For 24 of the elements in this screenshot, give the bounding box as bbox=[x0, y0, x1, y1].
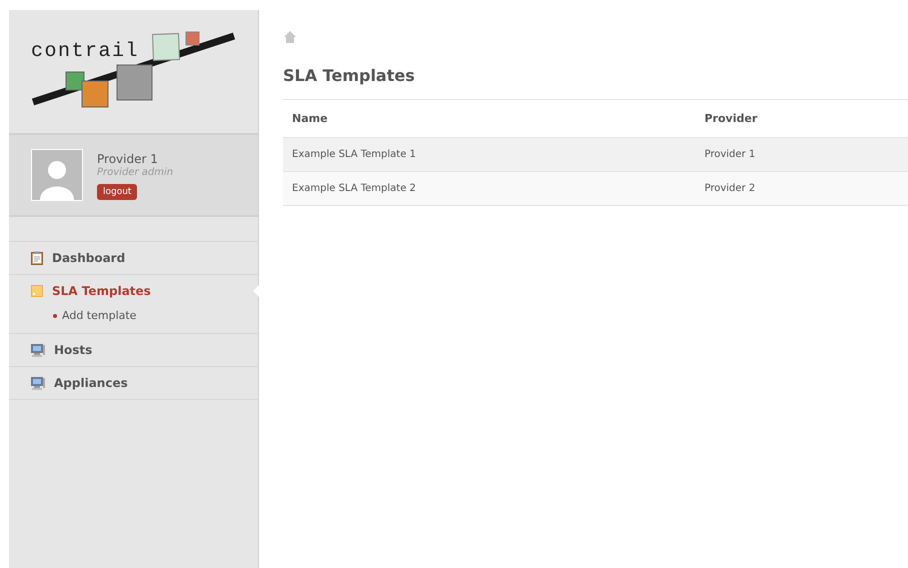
column-header: Provider bbox=[696, 100, 908, 138]
monitor-icon bbox=[31, 376, 45, 390]
table-cell: Example SLA Template 1 bbox=[283, 138, 696, 172]
user-role: Provider admin bbox=[97, 167, 174, 178]
nav-item[interactable]: Dashboard bbox=[31, 249, 258, 267]
logo-text: contrail bbox=[31, 40, 140, 63]
bullet-icon bbox=[53, 314, 57, 318]
home-icon[interactable] bbox=[283, 30, 297, 44]
logout-button[interactable]: logout bbox=[97, 184, 138, 200]
feed-icon bbox=[31, 285, 43, 297]
table-cell: Example SLA Template 2 bbox=[283, 172, 696, 206]
selection-notch bbox=[253, 285, 259, 297]
page-title: SLA Templates bbox=[283, 66, 416, 85]
table-cell: Provider 2 bbox=[696, 172, 908, 206]
column-header: Name bbox=[283, 100, 696, 138]
nav-subitem[interactable]: Add template bbox=[53, 309, 258, 322]
user-name: Provider 1 bbox=[97, 152, 158, 166]
nav-item[interactable]: Appliances bbox=[31, 374, 258, 392]
nav-item[interactable]: SLA Templates bbox=[31, 282, 258, 300]
table-cell: Provider 1 bbox=[696, 138, 908, 172]
avatar-icon bbox=[31, 149, 83, 201]
nav-item[interactable]: Hosts bbox=[31, 341, 258, 359]
monitor-icon bbox=[31, 344, 45, 356]
clipboard-icon bbox=[31, 251, 43, 265]
